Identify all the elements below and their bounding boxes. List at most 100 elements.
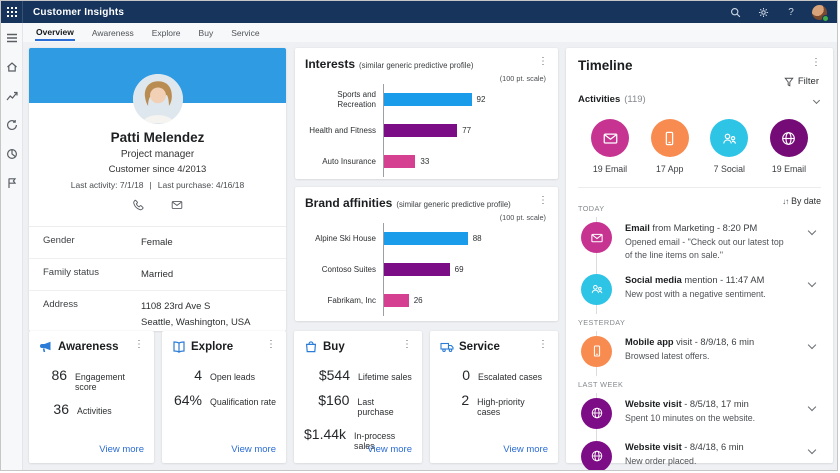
- kebab-menu-icon[interactable]: ⋮: [811, 58, 821, 68]
- filter-button[interactable]: Filter: [784, 76, 819, 87]
- bar-category-label: Alpine Ski House: [305, 234, 383, 244]
- home-icon[interactable]: [5, 60, 18, 73]
- last-purchase: Last purchase: 4/16/18: [158, 180, 244, 190]
- explore-card: Explore ⋮ 4 Open leads 64%Qualification ra…: [162, 331, 286, 463]
- metric-row: 64%Qualification rate: [172, 392, 276, 408]
- bar-category-label: Auto Insurance: [305, 157, 383, 167]
- metric-row: 2High-priority cases: [440, 392, 548, 417]
- activity-summary-item[interactable]: 7 Social: [703, 119, 755, 174]
- measures-pie-icon[interactable]: [5, 147, 18, 160]
- activity-chart-icon[interactable]: [5, 89, 18, 102]
- card-title: Buy: [323, 341, 345, 353]
- chevron-down-icon[interactable]: [808, 278, 816, 286]
- entry-text: Social media mention - 11:47 AMNew post …: [625, 274, 805, 305]
- help-icon[interactable]: ?: [784, 5, 798, 19]
- view-more-link[interactable]: View more: [99, 444, 144, 455]
- bar-value-label: 26: [414, 296, 423, 305]
- chevron-down-icon[interactable]: [813, 97, 820, 104]
- settings-gear-icon[interactable]: [756, 5, 770, 19]
- search-icon[interactable]: [728, 5, 742, 19]
- card-title: Explore: [191, 341, 233, 353]
- entry-description: Spent 10 minutes on the website.: [625, 412, 790, 425]
- brand-affinities-card: Brand affinities (similar generic predic…: [295, 187, 558, 321]
- metric-label: High-priority cases: [477, 397, 548, 417]
- timeline-title: Timeline: [578, 58, 633, 73]
- bar: [384, 93, 472, 106]
- metric-value: $160: [304, 392, 349, 408]
- tab-service[interactable]: Service: [230, 25, 260, 40]
- kebab-menu-icon[interactable]: ⋮: [538, 340, 548, 350]
- metric-value: 4: [172, 367, 202, 383]
- timeline-entry[interactable]: Mobile app visit - 8/9/18, 6 minBrowsed …: [578, 331, 821, 374]
- tab-explore[interactable]: Explore: [151, 25, 182, 40]
- card-title: Service: [459, 341, 500, 353]
- metric-value: 0: [440, 367, 470, 383]
- kebab-menu-icon[interactable]: ⋮: [134, 340, 144, 350]
- menu-icon[interactable]: [5, 31, 18, 44]
- tab-awareness[interactable]: Awareness: [91, 25, 135, 40]
- entry-description: New order placed.: [625, 455, 790, 468]
- kebab-menu-icon[interactable]: ⋮: [538, 196, 548, 206]
- activity-summary-item[interactable]: 19 Email: [763, 119, 815, 174]
- activity-summary-item[interactable]: 17 App: [644, 119, 696, 174]
- bar-category-label: Sports and Recreation: [305, 90, 383, 110]
- profile-field-row: GenderFemale: [29, 227, 286, 259]
- bar-category-label: Fabrikam, Inc: [305, 296, 383, 306]
- bar-row: Fabrikam, Inc 26: [305, 285, 548, 316]
- buy-card: Buy ⋮ $544Lifetime sales$160Last purchas…: [294, 331, 422, 463]
- metric-row: 0Escalated cases: [440, 367, 548, 383]
- top-bar: Customer Insights ?: [1, 1, 837, 23]
- bar-row: Alpine Ski House88: [305, 223, 548, 254]
- entry-title: Social media mention - 11:47 AM: [625, 275, 805, 285]
- service-card: Service ⋮ 0Escalated cases 2High-priority…: [430, 331, 558, 463]
- account-avatar[interactable]: [812, 5, 827, 20]
- timeline-entry[interactable]: Website visit - 8/5/18, 17 minSpent 10 m…: [578, 393, 821, 436]
- metric-label: Open leads: [210, 372, 255, 382]
- globe-icon: [581, 398, 612, 429]
- tab-buy[interactable]: Buy: [198, 25, 215, 40]
- view-more-link[interactable]: View more: [231, 444, 276, 455]
- timeline-entries: TODAYEmail from Marketing - 8:20 PMOpene…: [578, 198, 821, 471]
- tab-overview[interactable]: Overview: [35, 24, 75, 41]
- timeline-entry[interactable]: Website visit - 8/4/18, 6 minNew order p…: [578, 436, 821, 472]
- scale-note: (100 pt. scale): [305, 213, 546, 222]
- tab-bar: Overview Awareness Explore Buy Service: [23, 23, 837, 42]
- metric-row: 4 Open leads: [172, 367, 276, 383]
- interests-title: Interests: [305, 57, 355, 71]
- metric-value: 36: [39, 401, 69, 417]
- timeline-entry[interactable]: Social media mention - 11:47 AMNew post …: [578, 269, 821, 312]
- predictions-flag-icon[interactable]: [5, 176, 18, 189]
- chevron-down-icon[interactable]: [808, 227, 816, 235]
- interests-subtitle: (similar generic predictive profile): [359, 61, 473, 70]
- entry-text: Website visit - 8/5/18, 17 minSpent 10 m…: [625, 398, 805, 429]
- timeline-summary: 19 Email17 App7 Social19 Email: [578, 119, 821, 174]
- timeline-entry[interactable]: Email from Marketing - 8:20 PMOpened ema…: [578, 217, 821, 269]
- entry-description: Opened email - "Check out our latest top…: [625, 236, 790, 262]
- interests-bars: Sports and Recreation92Health and Fitnes…: [305, 84, 548, 177]
- activity-summary-item[interactable]: 19 Email: [584, 119, 636, 174]
- customer-since: Customer since 4/2013: [29, 164, 286, 175]
- envelope-icon: [581, 222, 612, 253]
- bar: [384, 263, 450, 276]
- kebab-menu-icon[interactable]: ⋮: [402, 340, 412, 350]
- customer-role: Project manager: [29, 149, 286, 160]
- kebab-menu-icon[interactable]: ⋮: [538, 57, 548, 67]
- metric-value: $1.44k: [304, 426, 346, 442]
- timeline-group-label: YESTERDAY: [578, 314, 631, 331]
- summary-count-label: 7 Social: [714, 164, 745, 174]
- chevron-down-icon[interactable]: [808, 340, 816, 348]
- view-more-link[interactable]: View more: [503, 444, 548, 455]
- chevron-down-icon[interactable]: [808, 402, 816, 410]
- kebab-menu-icon[interactable]: ⋮: [266, 340, 276, 350]
- segments-refresh-icon[interactable]: [5, 118, 18, 131]
- bar-value-label: 77: [462, 126, 471, 135]
- bar-category-label: Health and Fitness: [305, 126, 383, 136]
- view-more-link[interactable]: View more: [367, 444, 412, 455]
- field-label: Address: [43, 299, 141, 329]
- phone-icon[interactable]: [133, 198, 145, 216]
- chevron-down-icon[interactable]: [808, 445, 816, 453]
- entry-text: Website visit - 8/4/18, 6 minNew order p…: [625, 441, 805, 472]
- mail-icon[interactable]: [171, 198, 183, 216]
- metric-value: $544: [304, 367, 350, 383]
- waffle-icon[interactable]: [1, 1, 23, 23]
